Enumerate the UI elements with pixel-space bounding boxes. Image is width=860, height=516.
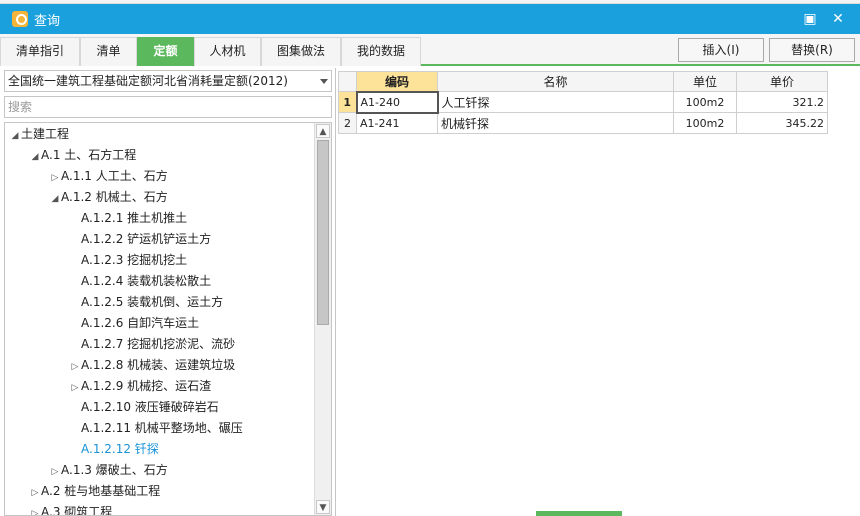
tree-item[interactable]: A.1.2.3 挖掘机挖土 xyxy=(69,250,187,271)
row-index: 2 xyxy=(338,112,357,134)
tree-item-label: A.1.2.3 挖掘机挖土 xyxy=(81,253,188,267)
tab-bar: 清单指引 清单 定额 人材机 图集做法 我的数据 插入(I) 替换(R) xyxy=(0,34,860,66)
cell-unit[interactable]: 100m2 xyxy=(673,91,737,113)
expanded-icon[interactable]: ◢ xyxy=(9,126,21,147)
quota-grid: 编码 名称 单位 单价 1 A1-240 人工钎探 100m2 321.2 2 … xyxy=(338,71,828,134)
tree-item-label: A.3 砌筑工程 xyxy=(41,505,113,516)
tree-item-label: A.1.1 人工土、石方 xyxy=(61,169,168,183)
tab-atlas-method[interactable]: 图集做法 xyxy=(261,37,341,66)
scroll-up-icon[interactable]: ▲ xyxy=(316,124,330,138)
insert-button[interactable]: 插入(I) xyxy=(678,38,764,62)
tab-quota[interactable]: 定额 xyxy=(137,37,194,66)
collapsed-icon[interactable]: ▷ xyxy=(69,378,81,399)
quota-library-select[interactable]: 全国统一建筑工程基础定额河北省消耗量定额(2012) xyxy=(4,70,332,92)
tree-item[interactable]: ▷ A.3 砌筑工程 xyxy=(29,502,113,516)
window-title: 查询 xyxy=(34,13,61,29)
tree-item[interactable]: A.1.2.12 钎探 xyxy=(69,439,159,460)
tree-item-label: A.1.2.12 钎探 xyxy=(81,442,159,456)
tree-item-label: A.1.2.5 装载机倒、运土方 xyxy=(81,295,224,309)
cell-code[interactable]: A1-240 xyxy=(355,90,439,114)
close-icon[interactable]: ✕ xyxy=(830,11,846,27)
column-header-name[interactable]: 名称 xyxy=(437,71,674,92)
expanded-icon[interactable]: ◢ xyxy=(49,189,61,210)
tree-item[interactable]: A.1.2.2 铲运机铲运土方 xyxy=(69,229,211,250)
tree-item-label: A.1.2.1 推土机推土 xyxy=(81,211,188,225)
tab-bill[interactable]: 清单 xyxy=(80,37,137,66)
search-input[interactable] xyxy=(4,96,332,118)
collapsed-icon[interactable]: ▷ xyxy=(29,504,41,515)
title-bar: 查询 ▣ ✕ xyxy=(0,4,860,34)
tree-item[interactable]: A.1.2.7 挖掘机挖淤泥、流砂 xyxy=(69,334,235,355)
tree-item-label: A.2 桩与地基基础工程 xyxy=(41,484,161,498)
left-panel: 全国统一建筑工程基础定额河北省消耗量定额(2012) ▲ ▼ ◢土建工程◢A.1… xyxy=(0,68,333,516)
tree-item[interactable]: ▷ A.2 桩与地基基础工程 xyxy=(29,481,161,504)
tree-item[interactable]: ◢ 土建工程 xyxy=(9,124,69,145)
tree-item-label: A.1.2.7 挖掘机挖淤泥、流砂 xyxy=(81,337,236,351)
cell-price[interactable]: 345.22 xyxy=(736,112,828,134)
tab-bill-guide[interactable]: 清单指引 xyxy=(0,37,80,66)
tree-item[interactable]: A.1.2.6 自卸汽车运土 xyxy=(69,313,199,334)
tab-my-data[interactable]: 我的数据 xyxy=(341,37,421,66)
tree-item[interactable]: A.1.2.10 液压锤破碎岩石 xyxy=(69,397,219,418)
collapsed-icon[interactable]: ▷ xyxy=(49,168,61,189)
tree-item-label: A.1.2.11 机械平整场地、碾压 xyxy=(81,421,243,435)
scroll-down-icon[interactable]: ▼ xyxy=(316,500,330,514)
bottom-panel-handle[interactable] xyxy=(536,511,622,516)
tree-item[interactable]: A.1.2.5 装载机倒、运土方 xyxy=(69,292,223,313)
cell-unit[interactable]: 100m2 xyxy=(673,112,737,134)
expanded-icon[interactable]: ◢ xyxy=(29,147,41,168)
tree-item-label: A.1.2.8 机械装、运建筑垃圾 xyxy=(81,358,236,372)
tree-item-label: A.1.2.4 装载机装松散土 xyxy=(81,274,212,288)
tree-item-label: A.1.2.9 机械挖、运石渣 xyxy=(81,379,212,393)
tree-item[interactable]: ▷ A.1.2.8 机械装、运建筑垃圾 xyxy=(69,355,236,378)
column-header-price[interactable]: 单价 xyxy=(736,71,828,92)
tree-item-label: A.1.2.10 液压锤破碎岩石 xyxy=(81,400,219,414)
scroll-thumb[interactable] xyxy=(317,140,329,325)
chevron-down-icon[interactable] xyxy=(320,79,328,84)
column-header-unit[interactable]: 单位 xyxy=(673,71,737,92)
chapter-tree: ▲ ▼ ◢ 土建工程 ◢ A.1 土、石方工程 ▷ A.1.1 人工土、石方 ◢ A.1.2 … xyxy=(4,122,332,516)
cell-name[interactable]: 机械钎探 xyxy=(437,112,674,134)
table-row[interactable]: 1 A1-240 人工钎探 100m2 321.2 xyxy=(338,90,828,114)
collapsed-icon[interactable]: ▷ xyxy=(49,462,61,483)
tree-item[interactable]: ▷ A.1.2.9 机械挖、运石渣 xyxy=(69,376,212,399)
tree-item-label: A.1.2.2 铲运机铲运土方 xyxy=(81,232,212,246)
tree-item[interactable]: ◢ A.1.2 机械土、石方 xyxy=(49,187,168,208)
tree-item[interactable]: ◢ A.1 土、石方工程 xyxy=(29,145,137,168)
cell-code[interactable]: A1-241 xyxy=(356,112,438,134)
tree-item[interactable]: A.1.2.4 装载机装松散土 xyxy=(69,271,211,292)
row-index: 1 xyxy=(338,91,357,113)
tree-item-label: 土建工程 xyxy=(21,127,70,141)
tree-item-label: A.1 土、石方工程 xyxy=(41,148,137,162)
table-row[interactable]: 2 A1-241 机械钎探 100m2 345.22 xyxy=(338,112,828,134)
collapsed-icon[interactable]: ▷ xyxy=(29,483,41,504)
quota-library-value: 全国统一建筑工程基础定额河北省消耗量定额(2012) xyxy=(8,74,288,88)
tree-scrollbar[interactable]: ▲ ▼ xyxy=(314,123,331,515)
grid-header-row: 编码 名称 单位 单价 xyxy=(338,71,828,92)
tree-item-label: A.1.2 机械土、石方 xyxy=(61,190,168,204)
cell-name[interactable]: 人工钎探 xyxy=(437,91,674,113)
replace-button[interactable]: 替换(R) xyxy=(769,38,855,62)
right-panel: 编码 名称 单位 单价 1 A1-240 人工钎探 100m2 321.2 2 … xyxy=(335,68,860,516)
cell-price[interactable]: 321.2 xyxy=(736,91,828,113)
tree-item-label: A.1.3 爆破土、石方 xyxy=(61,463,168,477)
tree-item[interactable]: ▷ A.1.1 人工土、石方 xyxy=(49,166,168,187)
grid-corner xyxy=(338,71,357,92)
tree-item[interactable]: ▷ A.1.3 爆破土、石方 xyxy=(49,460,168,481)
tree-item-label: A.1.2.6 自卸汽车运土 xyxy=(81,316,200,330)
tab-labor-material-machine[interactable]: 人材机 xyxy=(194,37,261,66)
tree-item[interactable]: A.1.2.11 机械平整场地、碾压 xyxy=(69,418,243,439)
tree-item[interactable]: A.1.2.1 推土机推土 xyxy=(69,208,187,229)
app-icon xyxy=(12,11,28,27)
restore-icon[interactable]: ▣ xyxy=(802,11,818,27)
column-header-code[interactable]: 编码 xyxy=(356,71,438,92)
collapsed-icon[interactable]: ▷ xyxy=(69,357,81,378)
